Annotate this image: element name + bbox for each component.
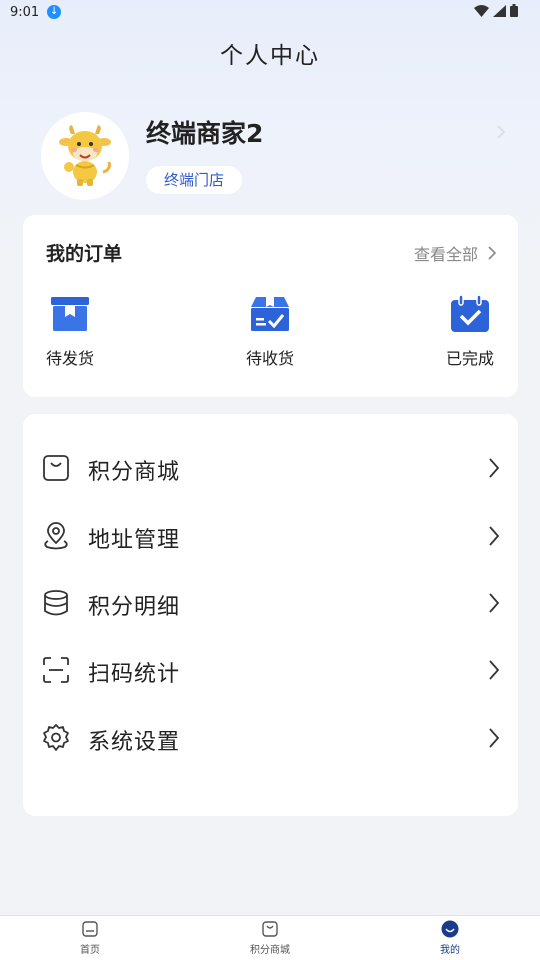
order-completed[interactable]: 已完成 [420,295,520,369]
nav-item-points-mall[interactable]: 积分商城 [220,920,320,956]
status-indicators [474,4,518,17]
profile-name: 终端商家2 [146,119,264,148]
chevron-right-icon [489,593,500,613]
menu-label: 积分明细 [88,595,181,620]
box-icon [51,297,89,331]
menu-item-points-mall[interactable]: 积分商城 [23,448,518,488]
scan-icon [43,657,69,683]
shopping-bag-icon [43,455,69,481]
order-label: 待收货 [245,349,294,368]
smile-icon [441,920,459,938]
shopping-bag-icon [262,921,278,937]
cow-mascot-icon [41,112,129,200]
chevron-right-icon [489,458,500,478]
bottom-nav: 首页 积分商城 我的 [0,915,540,960]
store-badge: 终端门店 [146,166,243,194]
gear-icon [43,724,69,751]
nav-item-mine[interactable]: 我的 [400,920,500,956]
view-all-orders-link[interactable]: 查看全部 [414,241,496,265]
status-time: 9:01 [10,4,40,20]
calendar-check-icon [451,295,489,332]
menu-item-scan-stats[interactable]: 扫码统计 [23,650,518,690]
order-label: 待发货 [45,349,94,368]
view-all-label: 查看全部 [413,245,478,264]
chevron-right-icon [489,526,500,546]
menu-label: 积分商城 [88,460,181,485]
order-pending-receive[interactable]: 待收货 [220,295,320,369]
order-label: 已完成 [445,349,494,368]
menu-label: 扫码统计 [88,662,181,687]
menu-label: 系统设置 [88,730,181,755]
menu-item-address[interactable]: 地址管理 [23,516,518,556]
signal-icon [493,4,506,17]
chevron-right-icon [489,660,500,680]
orders-card: 我的订单 查看全部 待发货 待收货 已完成 [23,215,518,397]
menu-item-points-detail[interactable]: 积分明细 [23,583,518,623]
menu-label: 地址管理 [88,528,181,553]
chevron-right-icon [488,246,496,260]
nav-label: 我的 [440,945,460,956]
wifi-icon [474,4,489,17]
orders-title: 我的订单 [46,243,123,265]
home-icon [82,921,98,937]
chevron-right-icon[interactable] [496,124,506,140]
database-icon [44,590,68,616]
menu-card: 积分商城 地址管理 积分明细 扫码统计 系统设置 [23,414,518,816]
status-bar: 9:01 ↓ [0,0,540,24]
battery-icon [510,4,518,17]
download-icon: ↓ [47,5,62,19]
nav-item-home[interactable]: 首页 [40,920,140,956]
location-pin-icon [44,522,68,550]
page-title: 个人中心 [220,43,320,69]
chevron-right-icon [489,728,500,748]
delivery-box-icon [251,297,289,331]
avatar[interactable] [41,112,129,200]
nav-label: 积分商城 [250,945,290,956]
menu-item-settings[interactable]: 系统设置 [23,718,518,758]
order-pending-ship[interactable]: 待发货 [20,295,120,369]
nav-label: 首页 [80,945,100,956]
screen: 9:01 ↓ 个人中心 终端商家2 终端门店 我的订单 查看全部 待发货 待收货… [0,0,540,960]
